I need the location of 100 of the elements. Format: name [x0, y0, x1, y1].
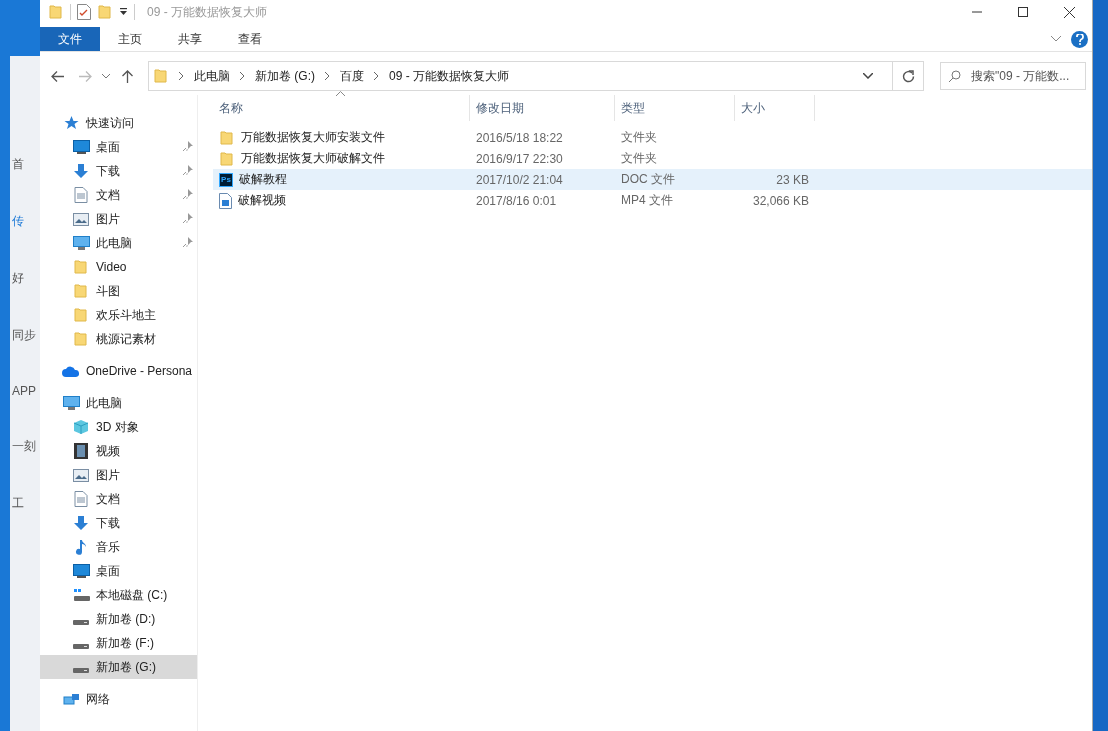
- nav-item[interactable]: 新加卷 (F:): [40, 631, 197, 655]
- file-size: 32,066 KB: [751, 193, 810, 208]
- folder-icon: [219, 150, 235, 167]
- app-menu-label: 首: [11, 156, 25, 173]
- nav-item[interactable]: 新加卷 (G:): [40, 655, 197, 679]
- nav-item[interactable]: 文档: [40, 487, 197, 511]
- folder-icon: [48, 4, 64, 20]
- nav-item[interactable]: 欢乐斗地主: [40, 303, 197, 327]
- window-title: 09 - 万能数据恢复大师: [147, 3, 267, 21]
- help-icon[interactable]: [1071, 30, 1088, 48]
- back-arrow-icon[interactable]: [50, 70, 64, 82]
- drive-icon: [73, 667, 89, 673]
- file-name: 万能数据恢复大师破解文件: [241, 150, 385, 167]
- column-header[interactable]: 名称: [213, 95, 470, 121]
- picture-icon: [73, 468, 89, 482]
- nav-item[interactable]: 音乐: [40, 535, 197, 559]
- nav-item[interactable]: 桌面: [40, 135, 197, 159]
- refresh-icon[interactable]: [901, 69, 915, 83]
- breadcrumb-item[interactable]: 此电脑: [194, 67, 230, 85]
- file-type: MP4 文件: [620, 192, 674, 209]
- dropdown-caret-icon[interactable]: [119, 8, 128, 16]
- up-arrow-icon[interactable]: [121, 69, 133, 83]
- nav-item[interactable]: 网络: [40, 687, 197, 711]
- nav-item[interactable]: 斗图: [40, 279, 197, 303]
- chevron-icon[interactable]: [325, 70, 330, 82]
- music-note-icon: [75, 539, 87, 555]
- folder-icon: [73, 259, 89, 275]
- nav-item[interactable]: OneDrive - Persona: [40, 359, 197, 383]
- nav-item[interactable]: 此电脑: [40, 231, 197, 255]
- monitor-icon: [72, 564, 90, 578]
- chevron-icon[interactable]: [374, 70, 379, 82]
- address-bar[interactable]: 此电脑 新加卷 (G:) 百度 09 - 万能数据恢复大师: [148, 61, 924, 91]
- column-header[interactable]: 大小: [735, 95, 815, 121]
- chevron-icon[interactable]: [179, 70, 184, 82]
- column-header[interactable]: 类型: [615, 95, 735, 121]
- network-icon: [62, 691, 80, 707]
- app-menu-label: 传: [11, 213, 25, 230]
- nav-item[interactable]: 快速访问: [40, 111, 197, 135]
- dropdown-chevron-icon[interactable]: [863, 73, 873, 79]
- nav-item[interactable]: 下载: [40, 159, 197, 183]
- cube-icon: [73, 419, 89, 435]
- folder-icon: [153, 68, 169, 84]
- app-menu-label: 一刻: [11, 438, 37, 455]
- nav-item[interactable]: 桌面: [40, 559, 197, 583]
- file-row[interactable]: 万能数据恢复大师破解文件 2016/9/17 22:30 文件夹: [213, 148, 1092, 169]
- drive-icon: [73, 619, 89, 625]
- nav-item[interactable]: 本地磁盘 (C:): [40, 583, 197, 607]
- file-name: 破解视频: [238, 192, 286, 209]
- recent-locations-icon[interactable]: [102, 73, 110, 79]
- breadcrumb-item[interactable]: 百度: [340, 67, 364, 85]
- app-menu-label: APP: [11, 384, 37, 398]
- file-row[interactable]: Ps 破解教程 2017/10/2 21:04 DOC 文件 23 KB: [213, 169, 1092, 190]
- column-header[interactable]: 修改日期: [470, 95, 615, 121]
- computer-icon: [72, 236, 90, 250]
- file-name: 破解教程: [239, 171, 287, 188]
- ribbon-tab[interactable]: 主页: [100, 27, 160, 51]
- file-size: 23 KB: [775, 172, 810, 187]
- maximize-icon[interactable]: [1018, 6, 1028, 17]
- pin-icon[interactable]: [183, 213, 193, 223]
- computer-icon: [62, 396, 80, 410]
- ribbon-tab[interactable]: 查看: [220, 27, 280, 51]
- nav-item[interactable]: 视频: [40, 439, 197, 463]
- file-type: 文件夹: [620, 129, 658, 146]
- chevron-icon[interactable]: [240, 70, 245, 82]
- nav-item[interactable]: 文档: [40, 183, 197, 207]
- nav-item[interactable]: 图片: [40, 207, 197, 231]
- checklist-icon[interactable]: [77, 4, 91, 20]
- app-menu-label: 好: [11, 270, 25, 287]
- document-icon: [74, 187, 88, 203]
- document-icon: [74, 491, 88, 507]
- nav-item[interactable]: 此电脑: [40, 391, 197, 415]
- pin-icon[interactable]: [183, 141, 193, 151]
- down-arrow-icon: [73, 515, 89, 531]
- expand-chevron-icon[interactable]: [1051, 36, 1061, 42]
- nav-item[interactable]: 下载: [40, 511, 197, 535]
- file-row[interactable]: 万能数据恢复大师安装文件 2016/5/18 18:22 文件夹: [213, 127, 1092, 148]
- file-name: 万能数据恢复大师安装文件: [241, 129, 385, 146]
- close-icon[interactable]: [1063, 6, 1075, 18]
- nav-item[interactable]: Video: [40, 255, 197, 279]
- breadcrumb-item[interactable]: 新加卷 (G:): [255, 67, 315, 85]
- sort-ascending-icon[interactable]: [336, 91, 345, 96]
- drive-icon: [73, 643, 89, 649]
- modified-date: 2017/10/2 21:04: [475, 172, 564, 187]
- drive-icon: [72, 588, 90, 602]
- ribbon-tab[interactable]: 文件: [40, 27, 100, 51]
- file-row[interactable]: 破解视频 2017/8/16 0:01 MP4 文件 32,066 KB: [213, 190, 1092, 211]
- nav-item[interactable]: 3D 对象: [40, 415, 197, 439]
- pin-icon[interactable]: [183, 189, 193, 199]
- nav-item[interactable]: 新加卷 (D:): [40, 607, 197, 631]
- breadcrumb-item[interactable]: 09 - 万能数据恢复大师: [389, 67, 509, 85]
- modified-date: 2017/8/16 0:01: [475, 193, 558, 208]
- nav-item[interactable]: 图片: [40, 463, 197, 487]
- picture-icon: [73, 212, 89, 226]
- search-field[interactable]: 搜索"09 - 万能数...: [940, 62, 1086, 90]
- modified-date: 2016/5/18 18:22: [475, 130, 564, 145]
- pin-icon[interactable]: [183, 237, 193, 247]
- nav-item[interactable]: 桃源记素材: [40, 327, 197, 351]
- pin-icon[interactable]: [183, 165, 193, 175]
- ribbon-tab[interactable]: 共享: [160, 27, 220, 51]
- folder-icon: [73, 283, 89, 299]
